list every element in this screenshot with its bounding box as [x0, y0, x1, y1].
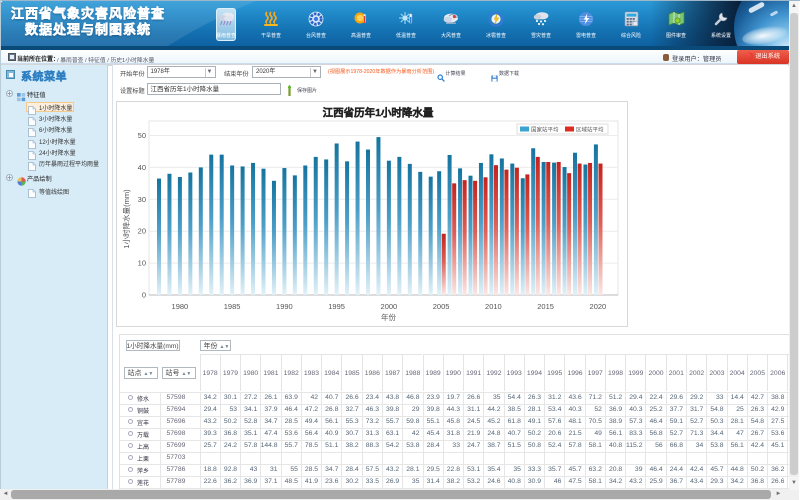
svg-text:1980: 1980 [172, 302, 189, 311]
svg-text:1985: 1985 [224, 302, 241, 311]
svg-text:年份: 年份 [381, 312, 396, 322]
svg-text:50: 50 [138, 131, 146, 140]
svg-text:江西省历年1小时降水量: 江西省历年1小时降水量 [323, 106, 434, 119]
svg-text:2000: 2000 [381, 302, 398, 311]
svg-text:2005: 2005 [433, 302, 450, 311]
svg-text:1990: 1990 [276, 302, 293, 311]
svg-text:区域站平均: 区域站平均 [576, 126, 604, 134]
svg-text:2015: 2015 [537, 302, 554, 311]
svg-text:10: 10 [138, 259, 146, 268]
svg-text:1小时降水量(mm): 1小时降水量(mm) [121, 189, 131, 249]
svg-text:2020: 2020 [590, 302, 607, 311]
svg-text:30: 30 [138, 195, 146, 204]
svg-text:0: 0 [142, 291, 146, 300]
svg-text:1995: 1995 [328, 302, 345, 311]
svg-text:20: 20 [138, 227, 146, 236]
svg-text:40: 40 [138, 163, 146, 172]
svg-text:2010: 2010 [485, 302, 502, 311]
svg-text:国家站平均: 国家站平均 [531, 126, 559, 134]
